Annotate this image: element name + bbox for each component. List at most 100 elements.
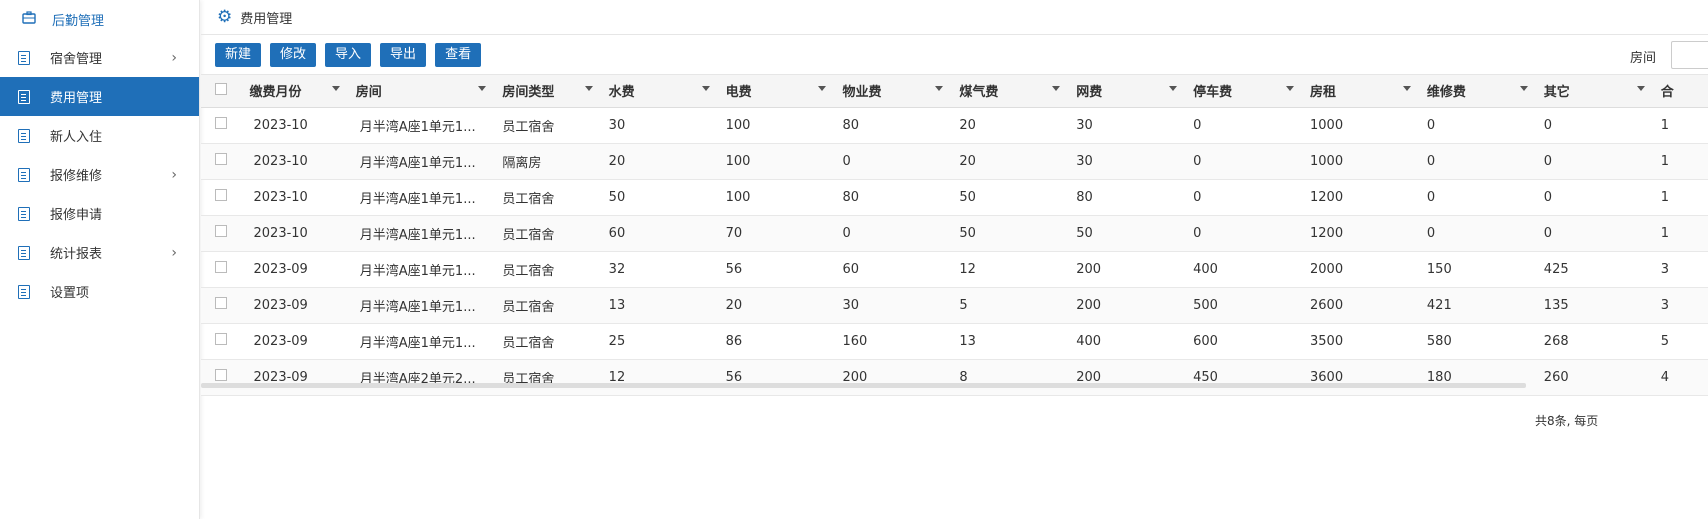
sort-caret-icon[interactable] [331,86,340,91]
table-row[interactable]: 2023-10 月半湾A座1单元1... 员工宿舍 60 70 0 50 50 0 1200 0 0 1 [201,215,1708,252]
gear-icon: ⚙ [217,7,233,27]
sort-caret-icon[interactable] [701,86,710,91]
row-select-cell [201,143,244,180]
sidebar-item[interactable]: 报修维修 › [0,155,199,194]
column-header-label: 煤气费 [959,85,999,101]
horizontal-scrollbar[interactable] [201,383,1526,388]
column-header[interactable]: 房租 [1304,75,1421,108]
table-cell: 2023-10 [243,143,350,180]
sort-caret-icon[interactable] [584,86,593,91]
pagination-info: 共8条, 每页 [1535,414,1599,428]
row-select-cell [201,251,244,288]
sidebar-item[interactable]: 设置项 [0,272,199,311]
table-cell: 100 [719,107,837,144]
column-header-label: 电费 [725,85,752,101]
sort-caret-icon[interactable] [1402,86,1411,91]
column-header-label: 缴费月份 [249,85,302,101]
table-row[interactable]: 2023-09 月半湾A座1单元1... 员工宿舍 13 20 30 5 200 500 2600… [201,287,1708,324]
table-cell: 员工宿舍 [496,323,603,360]
sidebar-item[interactable]: 新人入住 [0,116,199,155]
table-cell: 12 [602,359,720,396]
row-checkbox[interactable] [215,297,227,309]
sidebar-header[interactable]: 后勤管理 [0,0,199,38]
sidebar-item[interactable]: 宿舍管理 › [0,38,199,77]
export-button[interactable]: 导出 [380,42,427,67]
table-cell: 180 [1420,359,1538,396]
briefcase-icon [22,10,36,28]
import-button[interactable]: 导入 [325,42,372,67]
table-cell: 30 [1070,143,1188,180]
row-checkbox[interactable] [215,369,227,381]
document-icon [18,284,32,299]
column-header[interactable]: 房间 [349,75,497,108]
sort-caret-icon[interactable] [478,86,487,91]
table-cell: 员工宿舍 [496,107,603,144]
table-row[interactable]: 2023-09 月半湾A座1单元1... 员工宿舍 25 86 160 13 400 600 35… [201,323,1708,360]
table-cell: 员工宿舍 [496,251,603,288]
column-header[interactable]: 缴费月份 [243,75,350,108]
sort-caret-icon[interactable] [818,86,827,91]
sort-caret-icon[interactable] [1169,86,1178,91]
column-header[interactable]: 物业费 [836,75,954,108]
row-select-cell [201,323,244,360]
column-header[interactable]: 合 [1654,75,1708,108]
column-header[interactable]: 其它 [1537,75,1655,108]
table-cell: 1200 [1304,179,1421,216]
row-select-cell [201,179,244,216]
row-checkbox[interactable] [215,333,227,345]
sidebar-item[interactable]: 统计报表 › [0,233,199,272]
row-checkbox[interactable] [215,189,227,201]
table-cell: 600 [1187,323,1305,360]
column-header-label: 水费 [608,85,635,101]
table-cell: 100 [719,143,837,180]
edit-button[interactable]: 修改 [270,42,317,67]
table-cell: 2023-10 [243,179,350,216]
table-cell: 0 [1537,215,1655,252]
table-cell: 50 [1070,215,1188,252]
row-checkbox[interactable] [215,225,227,237]
sort-caret-icon[interactable] [1519,86,1528,91]
column-header-label: 其它 [1543,85,1570,101]
column-header[interactable]: 水费 [602,75,720,108]
column-header[interactable]: 电费 [719,75,837,108]
new-button[interactable]: 新建 [215,42,262,67]
sidebar-item[interactable]: 费用管理 [0,77,199,116]
table-cell: 2600 [1304,287,1421,324]
column-header[interactable]: 停车费 [1187,75,1305,108]
table-row[interactable]: 2023-10 月半湾A座1单元1... 隔离房 20 100 0 20 30 0 1000 0 0 1 [201,143,1708,180]
table-cell: 月半湾A座1单元1... [349,251,497,288]
table-cell: 3600 [1304,359,1421,396]
view-button[interactable]: 查看 [435,42,482,67]
table-row[interactable]: 2023-09 月半湾A座2单元2... 员工宿舍 12 56 200 8 200 450 360… [201,359,1708,396]
table-cell: 13 [602,287,720,324]
table-cell: 隔离房 [496,143,603,180]
sort-caret-icon[interactable] [935,86,944,91]
document-icon [18,50,32,65]
table-cell: 60 [602,215,720,252]
sidebar-item[interactable]: 报修申请 [0,194,199,233]
column-header[interactable]: 煤气费 [953,75,1071,108]
sort-caret-icon[interactable] [1052,86,1061,91]
row-checkbox[interactable] [215,261,227,273]
table-cell: 0 [1537,107,1655,144]
select-all-checkbox[interactable] [215,82,227,95]
table-row[interactable]: 2023-10 月半湾A座1单元1... 员工宿舍 30 100 80 20 30 0 1000 0… [201,107,1708,144]
table-cell: 1 [1654,179,1708,216]
row-checkbox[interactable] [215,153,227,165]
sidebar-item-label: 新人入住 [50,130,103,145]
column-header[interactable]: 房间类型 [496,75,603,108]
column-header[interactable]: 网费 [1070,75,1188,108]
table-row[interactable]: 2023-09 月半湾A座1单元1... 员工宿舍 32 56 60 12 200 400 200… [201,251,1708,288]
sort-caret-icon[interactable] [1636,86,1645,91]
row-select-cell [201,215,244,252]
sort-caret-icon[interactable] [1286,86,1295,91]
table-cell: 2023-10 [243,107,350,144]
column-header[interactable]: 维修费 [1420,75,1538,108]
table-cell: 5 [953,287,1071,324]
table-cell: 0 [1537,179,1655,216]
room-filter-input[interactable] [1671,41,1708,69]
table-row[interactable]: 2023-10 月半湾A座1单元1... 员工宿舍 50 100 80 50 80 0 1200 0… [201,179,1708,216]
table-cell: 月半湾A座1单元1... [349,287,497,324]
row-checkbox[interactable] [215,117,227,129]
table-cell: 0 [1420,107,1538,144]
